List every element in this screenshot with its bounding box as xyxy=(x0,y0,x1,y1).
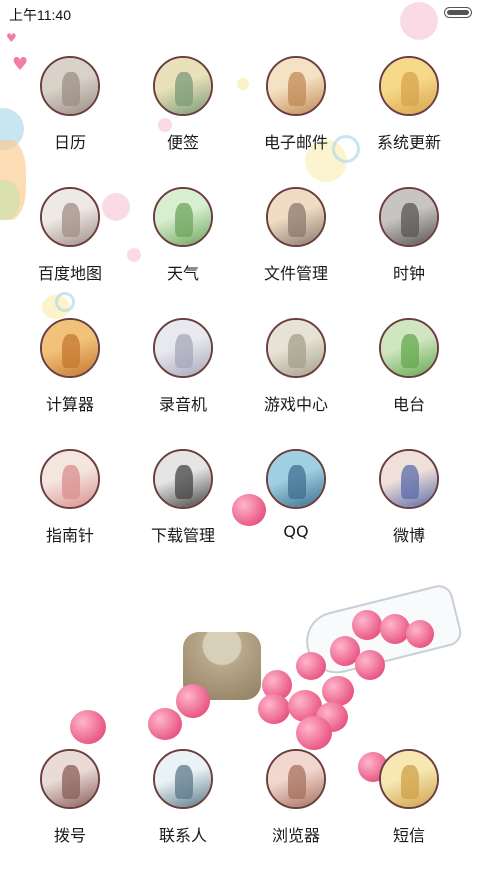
candy xyxy=(352,610,382,640)
app-label: 文件管理 xyxy=(263,264,328,283)
photo-girl-icon xyxy=(40,56,100,116)
candy xyxy=(406,620,434,648)
app-label: 录音机 xyxy=(158,395,207,414)
app-电子邮件[interactable]: 电子邮件 xyxy=(239,56,353,176)
app-label: 电子邮件 xyxy=(263,133,328,152)
app-label: 微博 xyxy=(392,526,425,545)
app-label: 指南针 xyxy=(45,526,94,545)
decor-bubble xyxy=(400,2,438,40)
photo-pier-icon xyxy=(266,187,326,247)
photo-tattoo-icon xyxy=(379,449,439,509)
app-label: 天气 xyxy=(166,264,199,283)
candy xyxy=(380,614,410,644)
app-label: 拨号 xyxy=(53,826,86,845)
candy xyxy=(296,716,332,750)
candy xyxy=(258,694,290,724)
battery-icon xyxy=(444,7,472,18)
app-label: 下载管理 xyxy=(150,526,215,545)
photo-friends-icon xyxy=(40,187,100,247)
app-label: 日历 xyxy=(53,133,86,152)
app-label: 短信 xyxy=(392,826,425,845)
photo-sunset-icon xyxy=(379,56,439,116)
app-QQ[interactable]: QQ xyxy=(239,449,353,569)
photo-meadow-icon xyxy=(153,187,213,247)
candy xyxy=(176,684,210,718)
app-label: 计算器 xyxy=(45,395,94,414)
app-label: 游戏中心 xyxy=(263,395,328,414)
photo-boy-text-icon xyxy=(153,749,213,809)
app-录音机[interactable]: 录音机 xyxy=(126,318,240,438)
app-便签[interactable]: 便签 xyxy=(126,56,240,176)
app-游戏中心[interactable]: 游戏中心 xyxy=(239,318,353,438)
app-百度地图[interactable]: 百度地图 xyxy=(13,187,127,307)
candy xyxy=(70,710,106,744)
photo-text-girl-icon xyxy=(40,749,100,809)
candy xyxy=(296,652,326,680)
app-时钟[interactable]: 时钟 xyxy=(352,187,466,307)
status-time: 上午11:40 xyxy=(9,7,71,23)
candy xyxy=(148,708,182,740)
app-微博[interactable]: 微博 xyxy=(352,449,466,569)
photo-long-hair-icon xyxy=(266,749,326,809)
app-文件管理[interactable]: 文件管理 xyxy=(239,187,353,307)
app-日历[interactable]: 日历 xyxy=(13,56,127,176)
photo-couple-dark-icon xyxy=(379,187,439,247)
app-label: 浏览器 xyxy=(271,826,320,845)
app-短信[interactable]: 短信 xyxy=(352,749,466,869)
photo-bw-girl-icon xyxy=(153,449,213,509)
app-电台[interactable]: 电台 xyxy=(352,318,466,438)
app-浏览器[interactable]: 浏览器 xyxy=(239,749,353,869)
photo-field-icon xyxy=(379,318,439,378)
heart-decor-icon: ♥ xyxy=(6,31,17,45)
photo-flower-icon xyxy=(40,449,100,509)
photo-seaside-icon xyxy=(153,318,213,378)
app-计算器[interactable]: 计算器 xyxy=(13,318,127,438)
app-拨号[interactable]: 拨号 xyxy=(13,749,127,869)
app-label: 联系人 xyxy=(158,826,207,845)
app-系统更新[interactable]: 系统更新 xyxy=(352,56,466,176)
photo-hair-icon xyxy=(40,318,100,378)
app-label: 时钟 xyxy=(392,264,425,283)
app-label: QQ xyxy=(283,522,309,541)
app-label: 百度地图 xyxy=(37,264,102,283)
app-label: 电台 xyxy=(392,395,425,414)
photo-wheat-icon xyxy=(379,749,439,809)
candy xyxy=(322,676,354,706)
app-联系人[interactable]: 联系人 xyxy=(126,749,240,869)
photo-lake-icon xyxy=(266,318,326,378)
app-指南针[interactable]: 指南针 xyxy=(13,449,127,569)
app-下载管理[interactable]: 下载管理 xyxy=(126,449,240,569)
candy xyxy=(355,650,385,680)
photo-swing-icon xyxy=(153,56,213,116)
photo-sky-icon xyxy=(266,449,326,509)
app-天气[interactable]: 天气 xyxy=(126,187,240,307)
app-label: 便签 xyxy=(166,133,199,152)
app-label: 系统更新 xyxy=(376,133,441,152)
photo-couple-icon xyxy=(266,56,326,116)
